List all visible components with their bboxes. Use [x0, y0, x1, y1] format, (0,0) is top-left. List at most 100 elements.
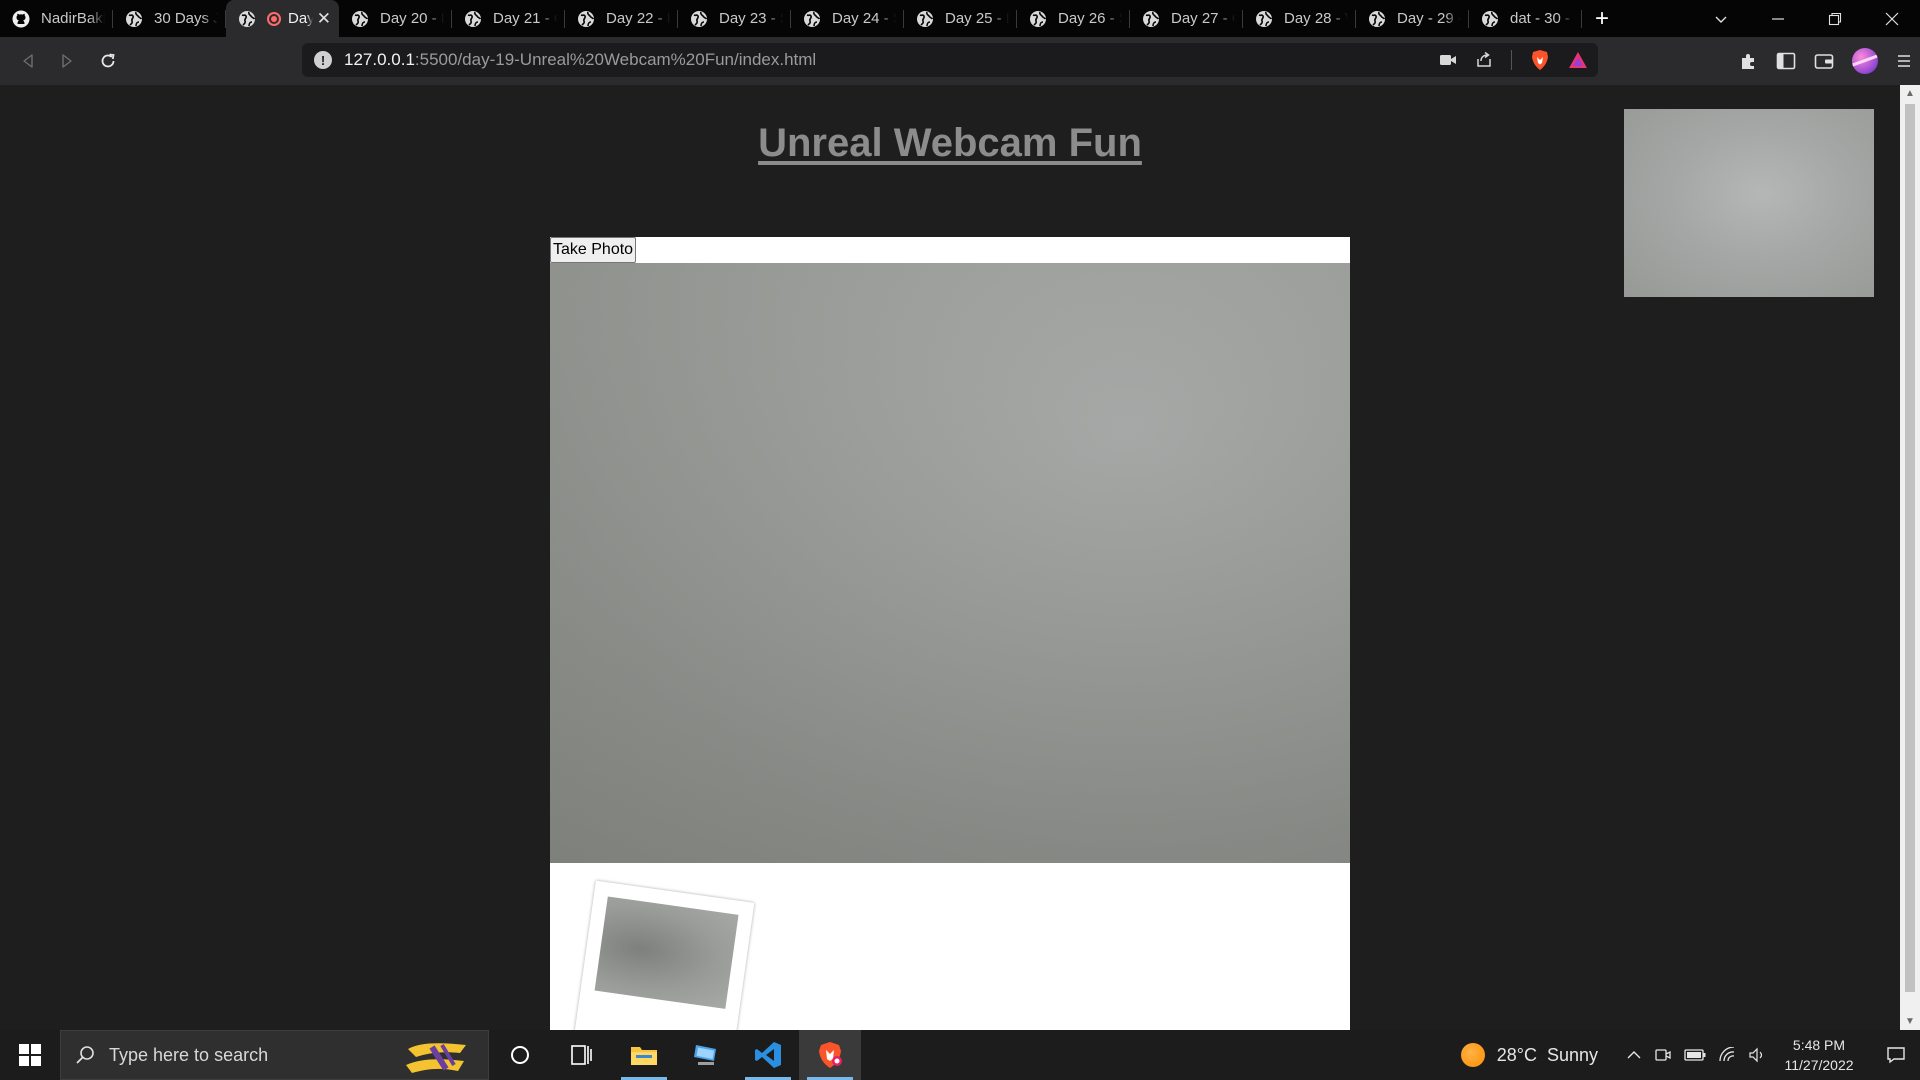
site-info-icon[interactable]: ! [314, 51, 332, 69]
globe-icon [464, 10, 482, 28]
browser-tab[interactable]: Day 21 - C [452, 0, 565, 37]
browser-tab[interactable]: Day 27 - C [1130, 0, 1243, 37]
tab-title: dat - 30 - [1510, 10, 1571, 27]
browser-tab[interactable]: NadirBakhsh [0, 0, 113, 37]
start-button[interactable] [0, 1030, 60, 1080]
back-arrow-icon [23, 54, 33, 68]
browser-tab[interactable]: 30 Days JS [113, 0, 226, 37]
computer-icon [694, 1045, 716, 1065]
globe-icon [238, 10, 256, 28]
browser-tab[interactable]: Day 24 - S [791, 0, 904, 37]
browser-tab[interactable]: Day - 29 - [1356, 0, 1469, 37]
volume-icon[interactable] [1748, 1047, 1766, 1063]
browser-tab[interactable]: Day 26 - S [1017, 0, 1130, 37]
photo-strip [550, 863, 1350, 1030]
browser-tab[interactable]: Day 20 - M [339, 0, 452, 37]
share-icon[interactable] [1475, 51, 1493, 69]
globe-icon [577, 10, 595, 28]
system-tray: 28°C Sunny 5:48 PM 11/27/2022 [1460, 1030, 1920, 1080]
photo-canvas [550, 263, 1350, 863]
photo-thumbnail[interactable] [573, 880, 755, 1030]
tray-icons [1626, 1047, 1766, 1063]
tab-title: Day 21 - C [493, 10, 557, 27]
tab-title: Day - 29 - [1397, 10, 1461, 27]
browser-tab[interactable]: Day 28 - V [1243, 0, 1356, 37]
scroll-down-icon[interactable]: ▼ [1900, 1013, 1920, 1030]
browser-tab[interactable]: dat - 30 - [1469, 0, 1582, 37]
weather-widget[interactable]: 28°C Sunny [1460, 1043, 1598, 1067]
chevron-down-icon [1715, 16, 1726, 23]
forward-arrow-icon [62, 54, 72, 68]
file-explorer-button[interactable] [613, 1030, 675, 1080]
reload-button[interactable] [96, 49, 120, 73]
back-button[interactable] [16, 49, 40, 73]
globe-icon [1368, 10, 1386, 28]
tab-title: 30 Days JS [154, 10, 218, 27]
globe-icon [803, 10, 821, 28]
brave-browser-button[interactable] [799, 1030, 861, 1080]
tab-title: Day 20 - M [380, 10, 444, 27]
weather-condition: Sunny [1546, 1044, 1598, 1065]
tab-title: Day 27 - C [1171, 10, 1235, 27]
address-bar-actions [1439, 43, 1588, 77]
scrollbar-thumb[interactable] [1905, 104, 1915, 992]
tab-title: Day 24 - S [832, 10, 896, 27]
browser-tab[interactable]: Day ✕ [226, 0, 339, 37]
browser-tab[interactable]: Day 22 - F [565, 0, 678, 37]
taskbar-clock[interactable]: 5:48 PM 11/27/2022 [1780, 1035, 1858, 1075]
remote-desktop-button[interactable] [675, 1030, 737, 1080]
tab-title: Day 26 - S [1058, 10, 1122, 27]
brave-shields-icon[interactable] [1530, 49, 1550, 71]
wallet-icon[interactable] [1814, 52, 1834, 70]
address-bar[interactable]: ! 127.0.0.1:5500/day-19-Unreal%20Webcam%… [302, 43, 1598, 77]
action-center-button[interactable] [1872, 1030, 1920, 1080]
take-photo-button[interactable]: Take Photo [550, 237, 637, 263]
forward-button[interactable] [55, 49, 79, 73]
close-window-button[interactable] [1863, 0, 1920, 37]
taskbar-search-box[interactable]: Type here to search [60, 1030, 489, 1080]
wifi-icon[interactable] [1718, 1047, 1736, 1063]
cortana-icon [511, 1046, 529, 1064]
url-host: 127.0.0.1 [344, 50, 415, 69]
brave-icon [819, 1042, 842, 1068]
minimize-button[interactable] [1749, 0, 1806, 37]
menu-icon[interactable] [1896, 53, 1912, 69]
photo-thumbnail-image [594, 896, 739, 1009]
scroll-up-icon[interactable]: ▲ [1900, 85, 1920, 102]
windows-taskbar: Type here to search 28°C Sunny 5:48 PM 1… [0, 1030, 1920, 1080]
tab-search-button[interactable] [1692, 0, 1749, 37]
clock-time: 5:48 PM [1792, 1037, 1846, 1053]
sidebar-icon[interactable] [1776, 52, 1796, 70]
separator [1511, 50, 1512, 70]
webcam-video-player [1624, 109, 1874, 297]
meet-now-icon[interactable] [1654, 1047, 1672, 1063]
browser-tab-strip: NadirBakhsh 30 Days JS Day✕ Day 20 - M Day 2… [0, 0, 1920, 37]
profile-avatar[interactable] [1852, 48, 1878, 74]
browser-tab[interactable]: Day 25 - E [904, 0, 1017, 37]
page-scrollbar[interactable]: ▲ ▼ [1900, 85, 1920, 1030]
cortana-button[interactable] [489, 1030, 551, 1080]
task-view-button[interactable] [551, 1030, 613, 1080]
globe-icon [690, 10, 708, 28]
web-page: Unreal Webcam Fun Take Photo [0, 85, 1900, 1030]
new-tab-button[interactable]: + [1582, 0, 1622, 37]
battery-icon[interactable] [1684, 1048, 1706, 1062]
search-placeholder: Type here to search [109, 1044, 269, 1065]
search-icon [76, 1046, 94, 1064]
camera-in-use-icon[interactable] [1439, 53, 1457, 67]
recording-indicator-icon [267, 11, 281, 26]
brave-rewards-icon[interactable] [1568, 51, 1588, 69]
tab-title: Day 28 - V [1284, 10, 1348, 27]
task-view-icon [571, 1045, 592, 1065]
globe-icon [1029, 10, 1047, 28]
tab-title: Day 23 - S [719, 10, 783, 27]
globe-icon [351, 10, 369, 28]
reload-icon [101, 53, 115, 68]
notification-icon [1887, 1047, 1905, 1064]
vscode-button[interactable] [737, 1030, 799, 1080]
browser-tab[interactable]: Day 23 - S [678, 0, 791, 37]
extensions-icon[interactable] [1738, 51, 1758, 71]
show-hidden-icons-icon[interactable] [1626, 1047, 1642, 1063]
close-tab-icon[interactable]: ✕ [317, 9, 331, 29]
restore-button[interactable] [1806, 0, 1863, 37]
